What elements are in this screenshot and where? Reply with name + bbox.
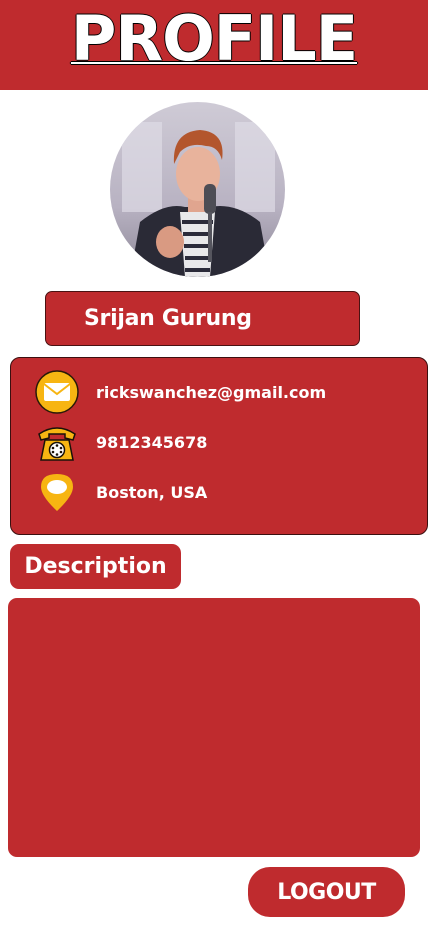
email-icon bbox=[35, 370, 79, 414]
logout-button[interactable]: LOGOUT bbox=[248, 867, 405, 917]
profile-name: Srijan Gurung bbox=[84, 306, 252, 331]
page-title: PROFILE bbox=[70, 2, 358, 75]
description-label: Description bbox=[10, 544, 181, 589]
name-field: Srijan Gurung bbox=[45, 291, 360, 346]
contact-card: rickswanchez@gmail.com 9812345678 Boston… bbox=[10, 357, 428, 535]
location-pin-icon bbox=[35, 470, 79, 514]
telephone-icon bbox=[35, 420, 79, 464]
location-text: Boston, USA bbox=[96, 482, 208, 502]
avatar bbox=[110, 102, 285, 277]
profile-page: PROFILE Srijan Gurung rickswanchez@gmail… bbox=[0, 0, 428, 926]
contact-row-location[interactable]: Boston, USA bbox=[35, 470, 207, 514]
contact-row-email[interactable]: rickswanchez@gmail.com bbox=[35, 370, 326, 414]
description-box[interactable] bbox=[8, 598, 420, 857]
header-bar: PROFILE bbox=[0, 0, 428, 90]
contact-row-phone[interactable]: 9812345678 bbox=[35, 420, 207, 464]
profile-photo bbox=[110, 102, 285, 277]
email-text: rickswanchez@gmail.com bbox=[96, 382, 327, 402]
phone-text: 9812345678 bbox=[96, 432, 208, 452]
